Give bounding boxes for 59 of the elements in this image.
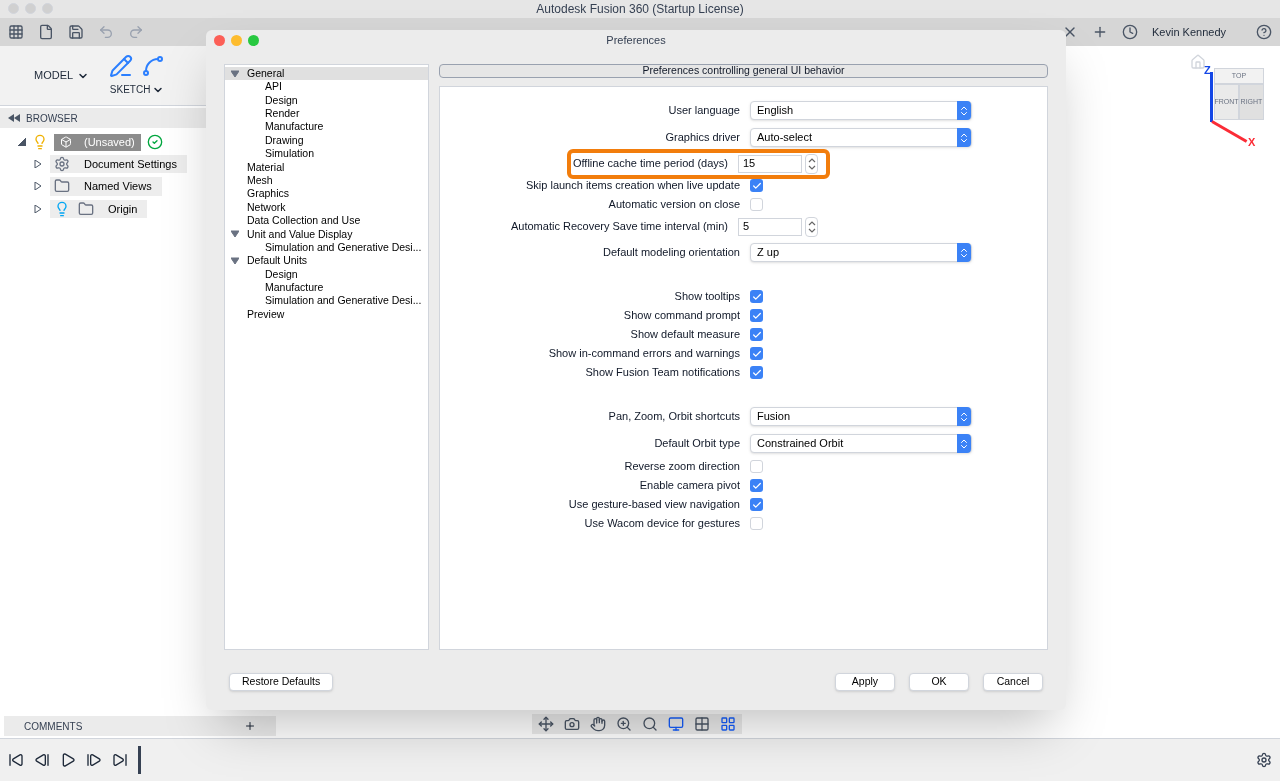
browser-item[interactable]: Origin <box>50 199 148 218</box>
setting-label: Use gesture-based view navigation <box>567 497 740 513</box>
setting-label: Default Orbit type <box>653 436 740 452</box>
setting-label: Show Fusion Team notifications <box>584 365 740 381</box>
setting-label: Enable camera pivot <box>638 478 740 494</box>
dialog-button[interactable]: OK <box>909 673 969 691</box>
browser-item[interactable]: Document Settings <box>50 154 187 173</box>
category-item[interactable]: Simulation <box>225 147 428 161</box>
category-item[interactable]: General <box>225 67 428 81</box>
category-item[interactable]: Simulation and Generative Desi... <box>225 294 428 309</box>
number-field[interactable]: 5 <box>738 217 802 236</box>
setting-label: Graphics driver <box>664 130 740 146</box>
setting-label: Show tooltips <box>673 289 740 305</box>
setting-label: Automatic version on close <box>607 197 740 213</box>
dropdown[interactable]: Fusion <box>750 407 972 426</box>
dropdown[interactable]: Auto-select <box>750 128 972 147</box>
category-item[interactable]: Unit and Value Display <box>225 227 428 242</box>
section-header: Preferences controlling general UI behavior <box>439 64 1048 78</box>
window-title: Autodesk Fusion 360 (Startup License) <box>536 1 744 18</box>
category-item[interactable]: API <box>225 80 428 94</box>
dropdown[interactable]: Z up <box>750 243 972 262</box>
dialog-title: Preferences <box>606 32 666 48</box>
category-item[interactable]: Design <box>225 93 428 108</box>
setting-label: Reverse zoom direction <box>623 459 740 475</box>
sketch-menu[interactable]: SKETCH <box>109 82 165 97</box>
comments-title: COMMENTS <box>24 719 83 734</box>
user-name[interactable]: Kevin Kennedy <box>1152 23 1242 41</box>
browser-item[interactable]: Named Views <box>50 177 162 196</box>
setting-label: User language <box>667 103 740 119</box>
setting-label: Automatic Recovery Save time interval (min) <box>510 219 728 235</box>
setting-label: Skip launch items creation when live update <box>525 178 740 194</box>
category-item[interactable]: Data Collection and Use <box>225 214 428 228</box>
setting-label: Default modeling orientation <box>602 245 740 261</box>
restore-defaults-button[interactable]: Restore Defaults <box>229 673 334 691</box>
category-item[interactable]: Preview <box>225 308 428 322</box>
category-item[interactable]: Manufacture <box>225 281 428 295</box>
category-item[interactable]: Network <box>225 200 428 215</box>
category-item[interactable]: Mesh <box>225 174 428 188</box>
setting-label: Show default measure <box>629 327 740 343</box>
dialog-button[interactable]: Apply <box>835 673 895 691</box>
dropdown[interactable]: English <box>750 101 972 120</box>
category-item[interactable]: Manufacture <box>225 120 428 134</box>
dialog-button[interactable]: Cancel <box>983 673 1043 691</box>
number-field[interactable]: 15 <box>738 154 802 173</box>
setting-label: Use Wacom device for gestures <box>583 516 740 532</box>
category-item[interactable]: Material <box>225 160 428 175</box>
category-item[interactable]: Drawing <box>225 133 428 148</box>
dropdown[interactable]: Constrained Orbit <box>750 434 972 453</box>
workspace-menu[interactable]: MODEL <box>34 67 90 84</box>
setting-label: Show in-command errors and warnings <box>547 346 740 362</box>
setting-label: Show command prompt <box>622 308 740 324</box>
category-item[interactable]: Graphics <box>225 187 428 201</box>
category-item[interactable]: Default Units <box>225 254 428 268</box>
browser-title: BROWSER <box>26 111 78 126</box>
category-item[interactable]: Design <box>225 267 428 282</box>
setting-label: Offline cache time period (days) <box>571 156 728 172</box>
category-item[interactable]: Simulation and Generative Desi... <box>225 241 428 255</box>
setting-label: Pan, Zoom, Orbit shortcuts <box>607 409 740 425</box>
category-item[interactable]: Render <box>225 107 428 121</box>
